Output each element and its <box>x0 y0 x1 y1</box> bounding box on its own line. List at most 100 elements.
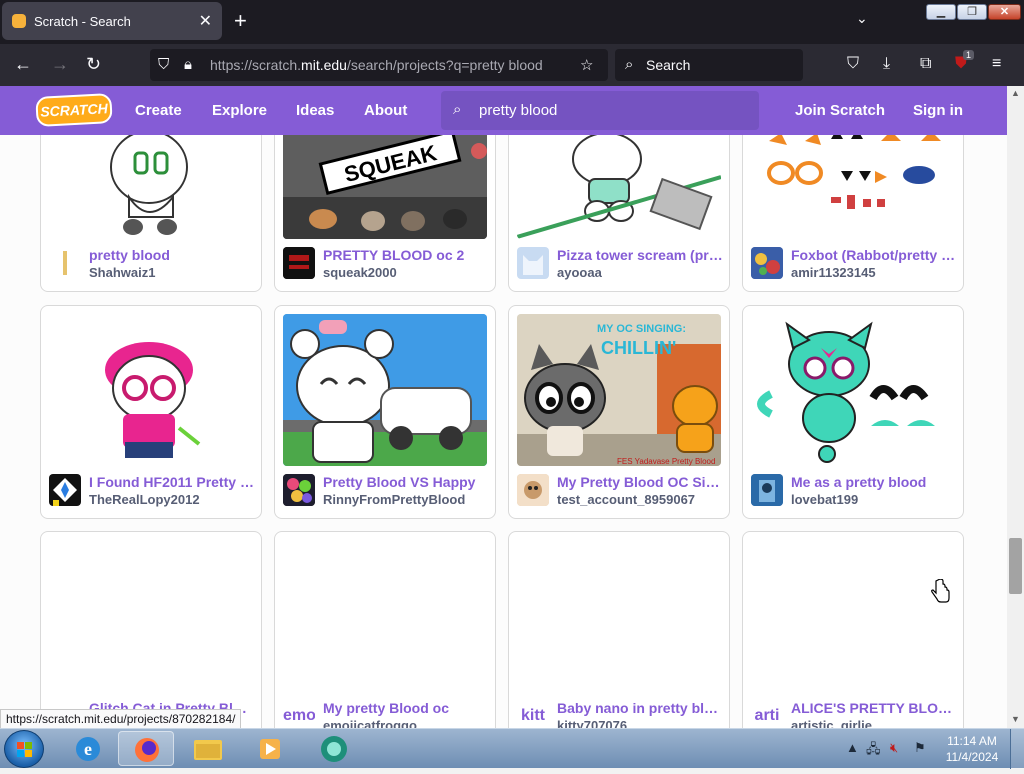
show-hidden-icons-icon[interactable]: ▲ <box>846 740 859 755</box>
firefox-button[interactable] <box>118 731 174 766</box>
project-card[interactable]: arti ALICE'S PRETTY BLOOD artistic_girli… <box>742 531 964 728</box>
project-card[interactable]: SQUEAK PRETTY BLOOD oc 2 squeak2000 <box>274 135 496 292</box>
project-card[interactable]: Me as a pretty blood lovebat199 <box>742 305 964 519</box>
lock-icon[interactable]: 🔒︎ <box>184 56 192 73</box>
chevron-down-icon[interactable]: ⌄ <box>856 10 868 27</box>
new-tab-icon[interactable]: + <box>234 8 247 34</box>
scroll-down-icon[interactable]: ▼ <box>1007 714 1024 724</box>
close-window-button[interactable]: ✕ <box>988 4 1021 20</box>
project-card[interactable]: Glitch Cat in Pretty Blood <box>40 531 262 728</box>
pocket-icon[interactable]: ⛉ <box>847 55 859 73</box>
author-avatar[interactable] <box>751 474 783 506</box>
network-icon[interactable]: 🖧︎ <box>866 740 881 762</box>
project-title[interactable]: I Found HF2011 Pretty Blood <box>89 474 255 490</box>
project-thumbnail[interactable] <box>49 540 253 692</box>
menu-icon[interactable]: ≡ <box>992 55 1001 73</box>
project-author[interactable]: RinnyFromPrettyBlood <box>323 492 489 507</box>
app-button[interactable] <box>306 731 362 766</box>
nav-ideas[interactable]: Ideas <box>296 102 334 119</box>
author-avatar[interactable] <box>49 474 81 506</box>
author-avatar[interactable] <box>283 247 315 279</box>
project-thumbnail[interactable] <box>283 540 487 692</box>
project-title[interactable]: Pizza tower scream (pretty blood) <box>557 247 723 263</box>
project-title[interactable]: My pretty Blood oc <box>323 700 489 716</box>
project-title[interactable]: Baby nano in pretty blood <box>557 700 723 716</box>
page-scrollbar[interactable]: ▲ ▼ <box>1007 86 1024 728</box>
project-title[interactable]: pretty blood <box>89 247 255 263</box>
join-scratch-link[interactable]: Join Scratch <box>795 102 885 119</box>
project-thumbnail[interactable] <box>49 314 253 466</box>
project-thumbnail[interactable] <box>751 135 955 239</box>
volume-muted-icon[interactable]: 🔇︎ <box>890 740 898 756</box>
author-avatar[interactable] <box>283 474 315 506</box>
forward-icon[interactable]: → <box>51 54 69 74</box>
project-thumbnail[interactable] <box>517 135 721 239</box>
project-author[interactable]: lovebat199 <box>791 492 957 507</box>
project-card[interactable]: pretty blood Shahwaiz1 <box>40 135 262 292</box>
project-author[interactable]: kitty707076 <box>557 718 723 728</box>
project-title[interactable]: Me as a pretty blood <box>791 474 957 490</box>
scrollbar-thumb[interactable] <box>1009 538 1022 594</box>
url-bar[interactable]: ⛉ 🔒︎ https://scratch.mit.edu/search/proj… <box>150 49 608 81</box>
author-avatar[interactable]: arti <box>751 700 783 728</box>
project-author[interactable]: TheRealLopy2012 <box>89 492 255 507</box>
extensions-icon[interactable]: ⧉ <box>920 55 931 73</box>
project-card[interactable]: emo My pretty Blood oc emojicatfroggo <box>274 531 496 728</box>
nav-explore[interactable]: Explore <box>212 102 267 119</box>
sign-in-link[interactable]: Sign in <box>913 102 963 119</box>
system-clock[interactable]: 11:14 AM 11/4/2024 <box>940 733 1004 765</box>
nav-create[interactable]: Create <box>135 102 182 119</box>
project-author[interactable]: ayooaa <box>557 265 723 280</box>
internet-explorer-button[interactable]: e <box>60 731 116 766</box>
project-thumbnail[interactable]: SQUEAK <box>283 135 487 239</box>
downloads-icon[interactable]: ⤓ <box>883 55 890 73</box>
back-icon[interactable]: ← <box>14 54 32 74</box>
reload-icon[interactable]: ↻ <box>86 54 101 74</box>
project-title[interactable]: Foxbot (Rabbot/pretty blood) <box>791 247 957 263</box>
project-author[interactable]: artistic_girlie <box>791 718 957 728</box>
author-avatar[interactable] <box>517 247 549 279</box>
author-avatar[interactable]: emo <box>283 700 315 728</box>
minimize-button[interactable]: ▁ <box>926 4 956 20</box>
show-desktop-button[interactable] <box>1010 729 1024 769</box>
project-title[interactable]: PRETTY BLOOD oc 2 <box>323 247 489 263</box>
project-card[interactable]: MY OC SINGING: CHILLIN' FES Yadavase Pre… <box>508 305 730 519</box>
project-title[interactable]: Pretty Blood VS Happy <box>323 474 489 490</box>
project-thumbnail[interactable]: MY OC SINGING: CHILLIN' FES Yadavase Pre… <box>517 314 721 466</box>
action-center-flag-icon[interactable]: ⚑ <box>914 740 926 756</box>
project-thumbnail[interactable] <box>517 540 721 692</box>
project-author[interactable]: test_account_8959067 <box>557 492 723 507</box>
shield-icon[interactable]: ⛉ <box>158 56 169 73</box>
maximize-button[interactable]: ❐ <box>957 4 987 20</box>
project-card[interactable]: I Found HF2011 Pretty Blood TheRealLopy2… <box>40 305 262 519</box>
project-author[interactable]: Shahwaiz1 <box>89 265 255 280</box>
project-thumbnail[interactable] <box>751 540 955 692</box>
bookmark-star-icon[interactable]: ☆ <box>580 56 593 74</box>
nav-about[interactable]: About <box>364 102 407 119</box>
file-explorer-button[interactable] <box>180 731 236 766</box>
project-author[interactable]: amir11323145 <box>791 265 957 280</box>
tab-scratch-search[interactable]: Scratch - Search ✕ <box>2 2 222 40</box>
project-author[interactable]: emojicatfroggo <box>323 718 489 728</box>
project-thumbnail[interactable] <box>49 135 253 239</box>
browser-search-input[interactable]: ⌕ Search <box>615 49 803 81</box>
scratch-logo[interactable]: SCRATCH <box>35 93 113 127</box>
project-title[interactable]: My Pretty Blood OC Singing <box>557 474 723 490</box>
start-button[interactable] <box>4 730 44 768</box>
author-avatar[interactable] <box>517 474 549 506</box>
project-card[interactable]: Pizza tower scream (pretty blood) ayooaa <box>508 135 730 292</box>
search-value[interactable]: pretty blood <box>479 102 557 119</box>
author-avatar[interactable] <box>751 247 783 279</box>
project-card[interactable]: Pretty Blood VS Happy RinnyFromPrettyBlo… <box>274 305 496 519</box>
author-avatar[interactable]: kitt <box>517 700 549 728</box>
project-author[interactable]: squeak2000 <box>323 265 489 280</box>
scroll-up-icon[interactable]: ▲ <box>1007 88 1024 98</box>
project-thumbnail[interactable] <box>283 314 487 466</box>
author-avatar[interactable] <box>49 247 81 279</box>
media-player-button[interactable] <box>242 731 298 766</box>
project-card[interactable]: kitt Baby nano in pretty blood kitty7070… <box>508 531 730 728</box>
project-thumbnail[interactable] <box>751 314 955 466</box>
project-card[interactable]: Foxbot (Rabbot/pretty blood) amir1132314… <box>742 135 964 292</box>
project-title[interactable]: ALICE'S PRETTY BLOOD <box>791 700 957 716</box>
close-tab-icon[interactable]: ✕ <box>199 11 212 31</box>
